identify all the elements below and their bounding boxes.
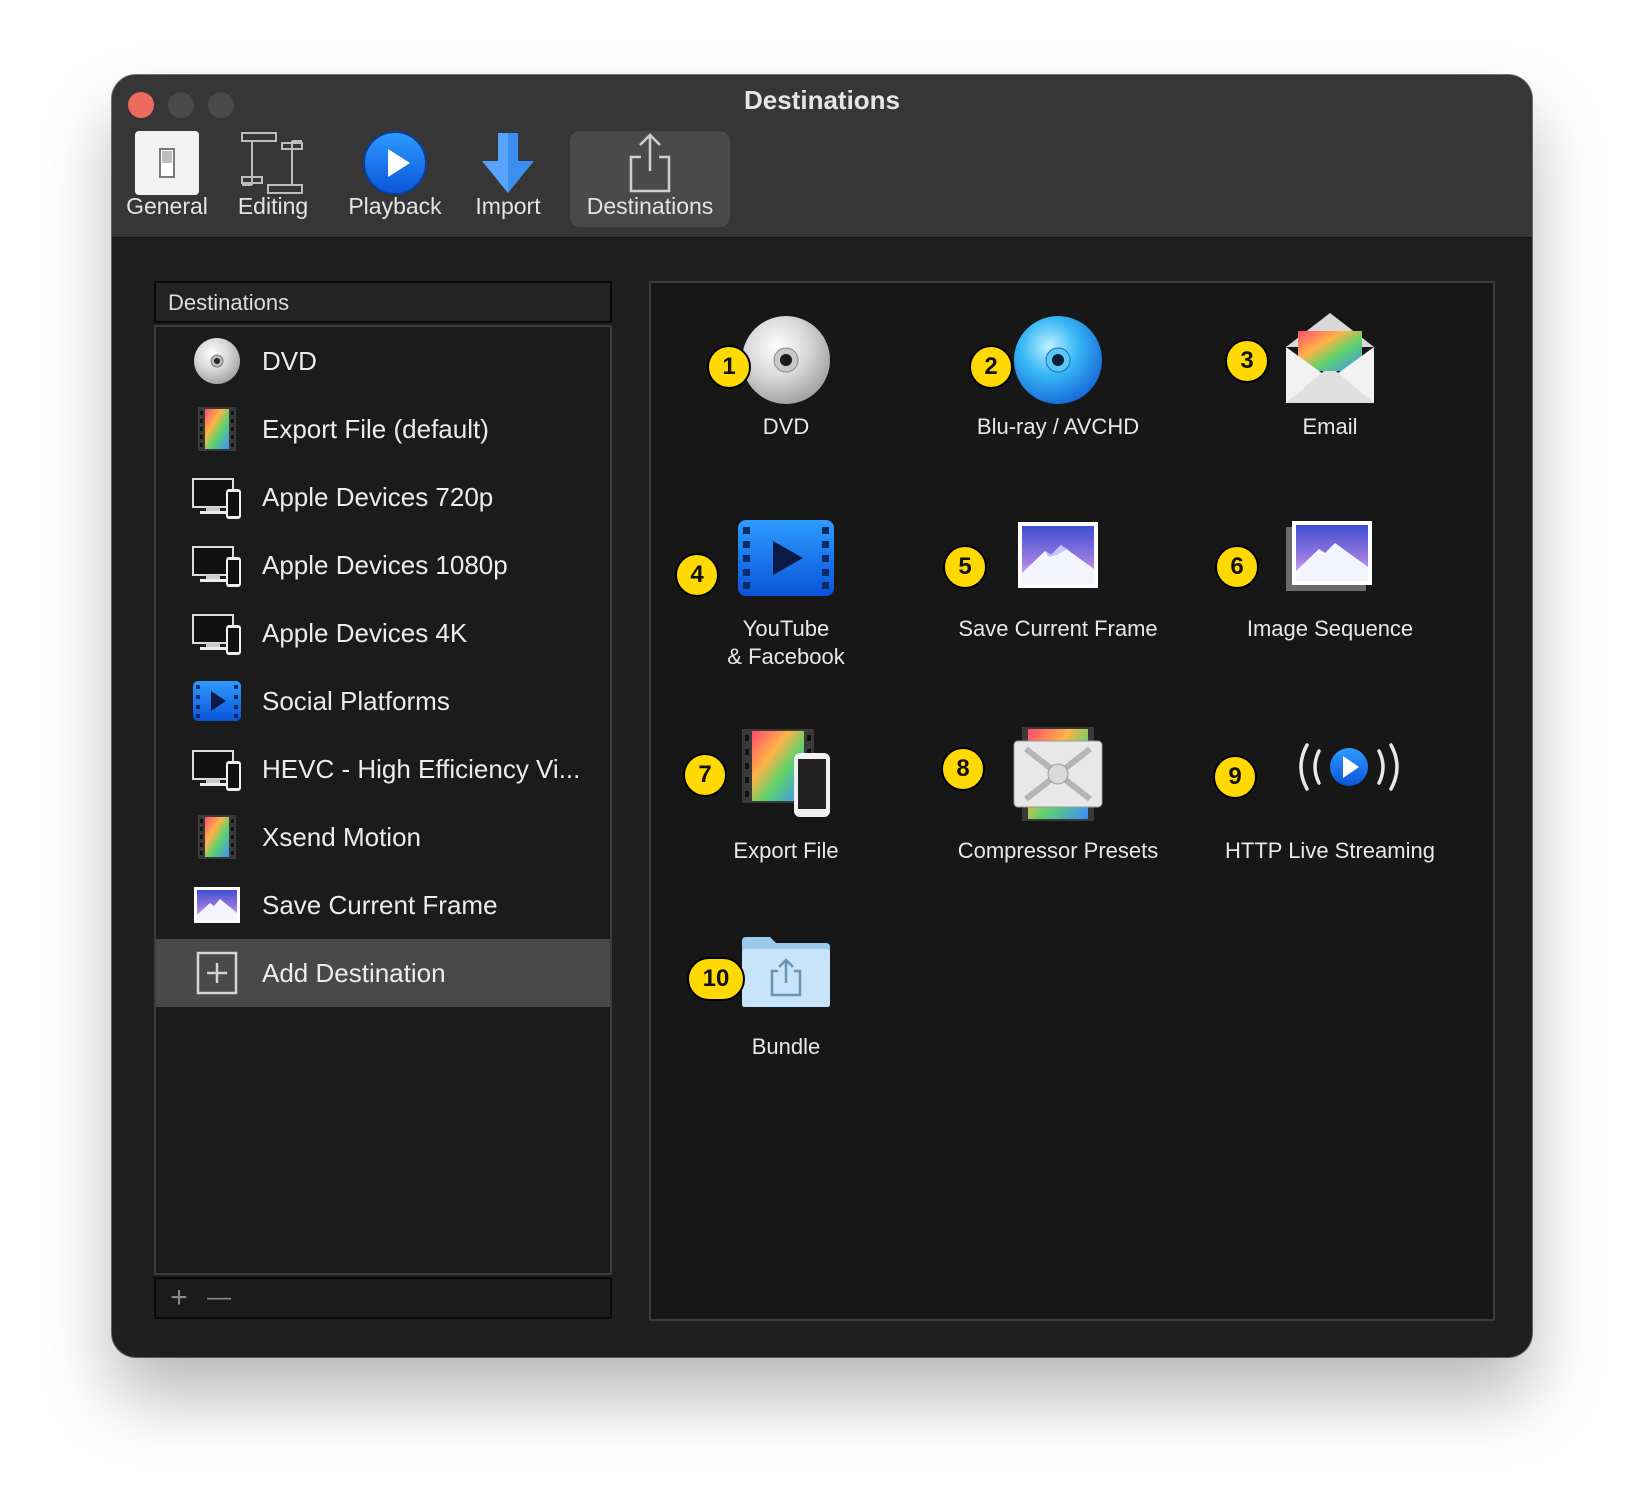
list-item[interactable]: DVD (156, 327, 610, 395)
film-edit-icon (238, 131, 308, 201)
toolbar-label: Editing (237, 193, 309, 219)
badge-number: 7 (683, 753, 727, 797)
toolbar-destinations-tab[interactable]: Destinations (570, 131, 730, 227)
destination-tile-export-file[interactable]: 7 Export File (651, 727, 921, 867)
devices-icon (192, 541, 242, 589)
folder-share-icon (740, 935, 832, 1014)
list-item[interactable]: Social Platforms (156, 667, 610, 735)
badge-number: 2 (969, 345, 1013, 389)
list-item[interactable]: Save Current Frame (156, 871, 610, 939)
tile-label: Image Sequence (1246, 616, 1414, 641)
dvd-disc-icon (192, 337, 242, 385)
list-item-label: Xsend Motion (262, 822, 421, 852)
list-item[interactable]: Apple Devices 4K (156, 599, 610, 667)
dvd-disc-icon (741, 315, 831, 410)
list-item[interactable]: Xsend Motion (156, 803, 610, 871)
window-title: Destinations (743, 85, 901, 115)
toolbar-playback-tab[interactable]: Playback (340, 131, 450, 227)
bluray-disc-icon (1013, 315, 1103, 410)
badge-number: 6 (1215, 545, 1259, 589)
list-item-label: Apple Devices 1080p (262, 550, 508, 580)
toolbar-label: Playback (348, 193, 442, 219)
list-item-add-destination[interactable]: Add Destination (156, 939, 610, 1007)
destination-tile-bluray[interactable]: 2 Blu-ray / AVCHD (923, 309, 1193, 459)
tile-label: Export File (733, 838, 839, 863)
switch-icon (134, 131, 200, 201)
tile-label: DVD (762, 414, 810, 439)
play-circle-icon (363, 131, 427, 201)
download-arrow-icon (478, 131, 538, 201)
list-item[interactable]: Export File (default) (156, 395, 610, 463)
destination-tile-dvd[interactable]: 1 DVD (651, 309, 921, 459)
mountain-photo-icon (1017, 521, 1099, 594)
tile-label: Blu-ray / AVCHD (976, 414, 1140, 439)
mountain-photo-icon (192, 881, 242, 929)
destination-tile-image-sequence[interactable]: 6 Image Sequence (1195, 519, 1465, 679)
list-item-label: Save Current Frame (262, 890, 498, 920)
sidebar-header: Destinations (154, 281, 612, 323)
toolbar-label: General (126, 193, 208, 219)
badge-number: 3 (1225, 339, 1269, 383)
list-item-label: Apple Devices 4K (262, 618, 468, 648)
badge-number: 9 (1213, 755, 1257, 799)
remove-destination-button[interactable]: — (202, 1279, 236, 1317)
tile-label: Bundle (751, 1034, 821, 1059)
video-play-icon (192, 677, 242, 725)
devices-icon (192, 473, 242, 521)
video-play-icon (737, 519, 835, 602)
tile-label: Save Current Frame (958, 616, 1158, 641)
toolbar-general-tab[interactable]: General (122, 131, 212, 227)
list-item-label: Export File (default) (262, 414, 489, 444)
film-icon (192, 813, 242, 861)
list-item[interactable]: HEVC - High Efficiency Vi... (156, 735, 610, 803)
destination-tile-youtube-facebook[interactable]: 4 YouTube & Facebook (651, 519, 921, 679)
tile-label: Email (1302, 414, 1358, 439)
destination-templates-grid: 1 DVD 2 Blu-ray / AVCHD 3 Email 4 YouTub… (649, 281, 1495, 1321)
toolbar-import-tab[interactable]: Import (468, 131, 548, 227)
destination-tile-save-current-frame[interactable]: 5 Save Current Frame (923, 519, 1193, 679)
toolbar-label: Import (475, 193, 541, 219)
destination-tile-email[interactable]: 3 Email (1195, 309, 1465, 459)
list-item-label: Social Platforms (262, 686, 450, 716)
toolbar-label: Destinations (586, 193, 714, 219)
list-item-label: HEVC - High Efficiency Vi... (262, 754, 581, 784)
broadcast-icon (1297, 741, 1401, 798)
sidebar-footer: + — (154, 1277, 612, 1319)
film-icon (192, 405, 242, 453)
preferences-window: Destinations General Editing Playback Im… (112, 75, 1532, 1357)
devices-icon (192, 745, 242, 793)
add-destination-button[interactable]: + (162, 1279, 196, 1317)
destination-tile-http-live-streaming[interactable]: 9 HTTP Live Streaming (1195, 727, 1465, 867)
badge-number: 1 (707, 345, 751, 389)
share-icon (627, 131, 673, 201)
list-item-label: DVD (262, 346, 317, 376)
badge-number: 10 (687, 957, 745, 1001)
compressor-icon (1012, 727, 1104, 826)
list-item[interactable]: Apple Devices 720p (156, 463, 610, 531)
tile-label: YouTube & Facebook (727, 616, 845, 669)
list-item[interactable]: Apple Devices 1080p (156, 531, 610, 599)
destinations-list: DVD Export File (default) Apple Devices … (154, 325, 612, 1275)
toolbar-editing-tab[interactable]: Editing (226, 131, 320, 227)
plus-square-icon (192, 949, 242, 997)
badge-number: 4 (675, 553, 719, 597)
devices-icon (192, 609, 242, 657)
badge-number: 5 (943, 545, 987, 589)
tile-label: HTTP Live Streaming (1225, 838, 1435, 863)
tile-label: Compressor Presets (957, 838, 1159, 863)
photo-stack-icon (1286, 519, 1374, 598)
badge-number: 8 (941, 747, 985, 791)
envelope-icon (1284, 309, 1376, 410)
list-item-label: Apple Devices 720p (262, 482, 494, 512)
title-bar: Destinations General Editing Playback Im… (112, 75, 1532, 238)
destination-tile-bundle[interactable]: 10 Bundle (651, 935, 921, 1075)
destination-tile-compressor-presets[interactable]: 8 Compressor Presets (923, 727, 1193, 867)
list-item-label: Add Destination (262, 958, 446, 988)
film-phone-icon (740, 727, 832, 824)
